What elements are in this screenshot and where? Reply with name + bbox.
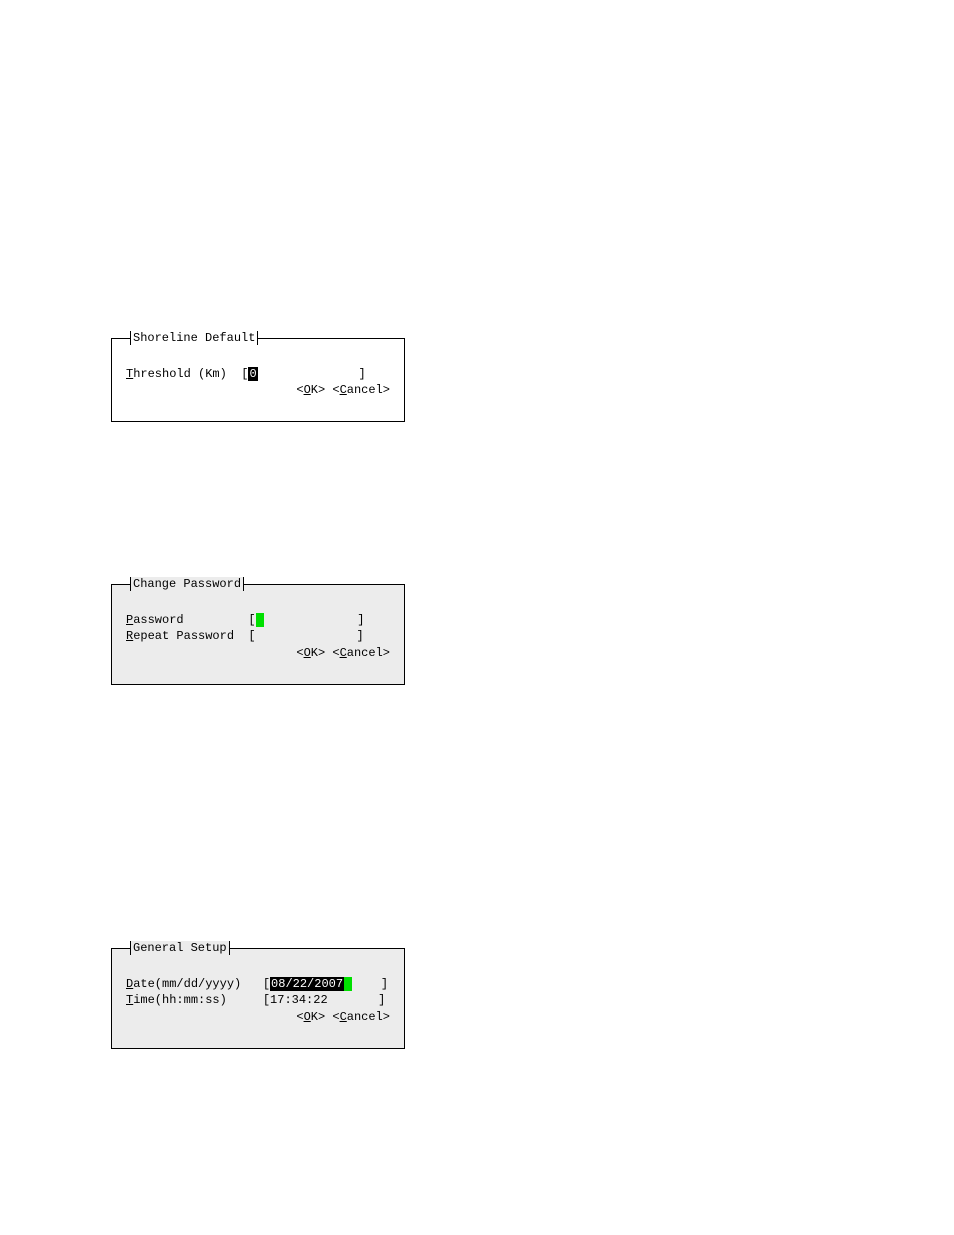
button-row: <OK> <Cancel> bbox=[253, 369, 390, 411]
date-cursor bbox=[344, 977, 352, 991]
shoreline-default-dialog: Shoreline Default Threshold (Km) [0 ] <O… bbox=[111, 338, 405, 422]
dialog-title: Shoreline Default bbox=[130, 331, 258, 345]
threshold-label: Threshold (Km) bbox=[126, 367, 227, 381]
ok-button[interactable]: <OK> bbox=[296, 383, 325, 397]
ok-button[interactable]: <OK> bbox=[296, 1010, 325, 1024]
date-label: Date(mm/dd/yyyy) bbox=[126, 977, 241, 991]
change-password-dialog: Change Password Password [ ] Repeat Pass… bbox=[111, 584, 405, 685]
repeat-password-label: Repeat Password bbox=[126, 629, 234, 643]
page: Shoreline Default Threshold (Km) [0 ] <O… bbox=[0, 0, 954, 1235]
ok-button[interactable]: <OK> bbox=[296, 646, 325, 660]
time-label: Time(hh:mm:ss) bbox=[126, 993, 227, 1007]
cancel-button[interactable]: <Cancel> bbox=[332, 1010, 390, 1024]
dialog-title: Change Password bbox=[130, 577, 244, 591]
cancel-button[interactable]: <Cancel> bbox=[332, 646, 390, 660]
password-row: Password [ ] bbox=[126, 613, 364, 627]
date-row: Date(mm/dd/yyyy) [08/22/2007 ] bbox=[126, 977, 388, 991]
button-row: <OK> <Cancel> bbox=[253, 996, 390, 1038]
button-row: <OK> <Cancel> bbox=[253, 632, 390, 674]
cancel-button[interactable]: <Cancel> bbox=[332, 383, 390, 397]
date-input[interactable]: 08/22/2007 bbox=[270, 977, 344, 991]
password-label: Password bbox=[126, 613, 184, 627]
dialog-title: General Setup bbox=[130, 941, 230, 955]
general-setup-dialog: General Setup Date(mm/dd/yyyy) [08/22/20… bbox=[111, 948, 405, 1049]
password-input[interactable] bbox=[256, 613, 264, 627]
